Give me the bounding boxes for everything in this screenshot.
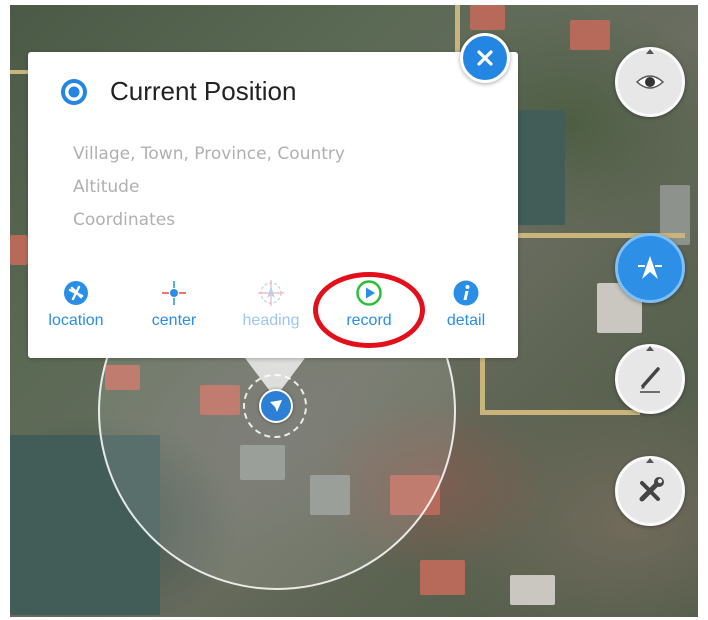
indicator-notch	[646, 49, 654, 54]
navigation-button[interactable]	[615, 233, 685, 303]
info-icon	[453, 280, 479, 306]
altitude-line: Altitude	[73, 177, 140, 197]
map-roof	[510, 575, 555, 605]
pencil-icon	[640, 367, 660, 393]
airplane-icon	[64, 281, 88, 305]
tools-icon	[639, 477, 664, 502]
indicator-notch	[646, 346, 654, 351]
center-label: center	[151, 312, 197, 329]
close-icon	[477, 50, 493, 66]
detail-button[interactable]: detail	[426, 280, 506, 330]
position-info: Village, Town, Province, Country Altitud…	[73, 138, 345, 237]
eye-icon	[635, 75, 665, 89]
compass-icon	[258, 280, 284, 306]
draw-button[interactable]	[615, 344, 685, 414]
heading-label: heading	[242, 312, 300, 329]
navigation-icon	[638, 256, 662, 279]
location-label: location	[48, 312, 104, 329]
map-field	[510, 110, 565, 225]
heading-button[interactable]: heading	[231, 280, 311, 330]
location-line: Village, Town, Province, Country	[73, 144, 345, 164]
popup-title: Current Position	[110, 76, 297, 106]
coordinates-line: Coordinates	[73, 210, 176, 230]
crosshair-icon	[162, 281, 186, 305]
detail-label: detail	[446, 312, 486, 329]
popup-title-row: Current Position	[60, 76, 296, 107]
close-popup-button[interactable]	[460, 33, 510, 83]
map-roof	[570, 20, 610, 50]
current-position-marker[interactable]	[259, 389, 293, 423]
indicator-notch	[646, 458, 654, 463]
record-highlight-annotation	[313, 272, 425, 348]
tools-button[interactable]	[615, 456, 685, 526]
map-roof	[10, 235, 28, 265]
location-arrow-icon	[270, 400, 282, 412]
location-button[interactable]: location	[36, 280, 116, 330]
map-road	[480, 410, 640, 415]
popup-actions: location center heading record detail	[28, 280, 518, 340]
view-mode-button[interactable]	[615, 47, 685, 117]
center-button[interactable]: center	[134, 280, 214, 330]
map-roof	[470, 5, 505, 30]
radio-dot-icon	[61, 78, 87, 105]
position-popup: Current Position Village, Town, Province…	[28, 52, 518, 358]
map-roof	[420, 560, 465, 595]
